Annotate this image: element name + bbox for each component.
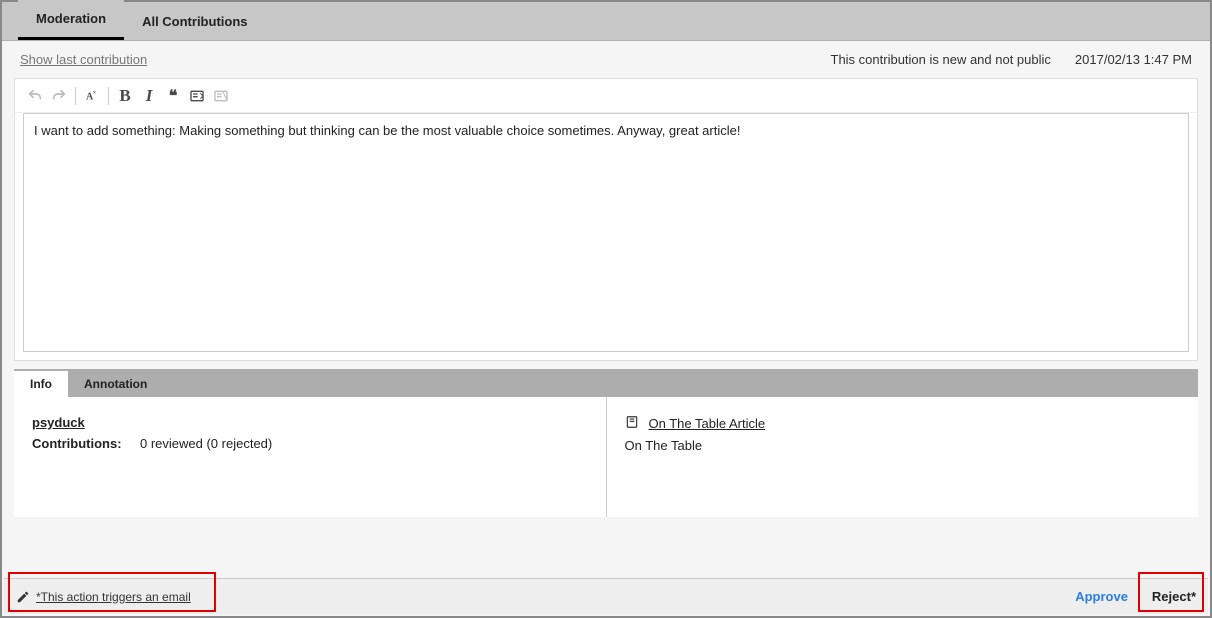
- sub-tabs: Info Annotation: [14, 369, 1198, 397]
- toolbar-separator: [75, 87, 76, 105]
- redo-icon[interactable]: [47, 84, 71, 108]
- comment-editor[interactable]: I want to add something: Making somethin…: [23, 113, 1189, 352]
- article-icon: [625, 415, 639, 432]
- contributions-value: 0 reviewed (0 rejected): [140, 436, 272, 451]
- article-link[interactable]: On The Table Article: [649, 416, 766, 431]
- moderation-app: Moderation All Contributions Show last c…: [0, 0, 1212, 618]
- clear-format-icon[interactable]: A×: [80, 84, 104, 108]
- footer-bar: *This action triggers an email Approve R…: [4, 578, 1208, 614]
- tab-info[interactable]: Info: [14, 371, 68, 397]
- contribution-timestamp: 2017/02/13 1:47 PM: [1075, 52, 1192, 67]
- reject-button[interactable]: Reject*: [1152, 589, 1196, 604]
- article-title: On The Table: [625, 438, 1181, 453]
- info-panel: psyduck Contributions: 0 reviewed (0 rej…: [14, 397, 1198, 517]
- approve-button[interactable]: Approve: [1075, 589, 1128, 604]
- toolbar-separator: [108, 87, 109, 105]
- tab-annotation[interactable]: Annotation: [68, 371, 163, 397]
- internal-link-icon[interactable]: [185, 84, 209, 108]
- tab-all-contributions[interactable]: All Contributions: [124, 3, 265, 40]
- info-right: On The Table Article On The Table: [607, 397, 1199, 517]
- email-trigger-note[interactable]: *This action triggers an email: [16, 590, 191, 604]
- tab-moderation[interactable]: Moderation: [18, 0, 124, 40]
- status-bar: Show last contribution This contribution…: [2, 41, 1210, 78]
- quote-icon[interactable]: ❝: [161, 84, 185, 108]
- user-link[interactable]: psyduck: [32, 415, 85, 430]
- main-tabs: Moderation All Contributions: [2, 2, 1210, 41]
- show-last-contribution-link[interactable]: Show last contribution: [20, 52, 147, 67]
- contributions-label: Contributions:: [32, 436, 140, 451]
- svg-text:×: ×: [93, 90, 97, 96]
- bold-icon[interactable]: B: [113, 84, 137, 108]
- external-link-icon[interactable]: [209, 84, 233, 108]
- italic-icon[interactable]: I: [137, 84, 161, 108]
- undo-icon[interactable]: [23, 84, 47, 108]
- email-note-text: *This action triggers an email: [36, 590, 191, 604]
- pencil-icon: [16, 590, 30, 604]
- contribution-status-text: This contribution is new and not public: [831, 52, 1051, 67]
- info-left: psyduck Contributions: 0 reviewed (0 rej…: [14, 397, 607, 517]
- editor-panel: A× B I ❝ I want to add something: Making…: [14, 78, 1198, 361]
- editor-toolbar: A× B I ❝: [15, 79, 1197, 113]
